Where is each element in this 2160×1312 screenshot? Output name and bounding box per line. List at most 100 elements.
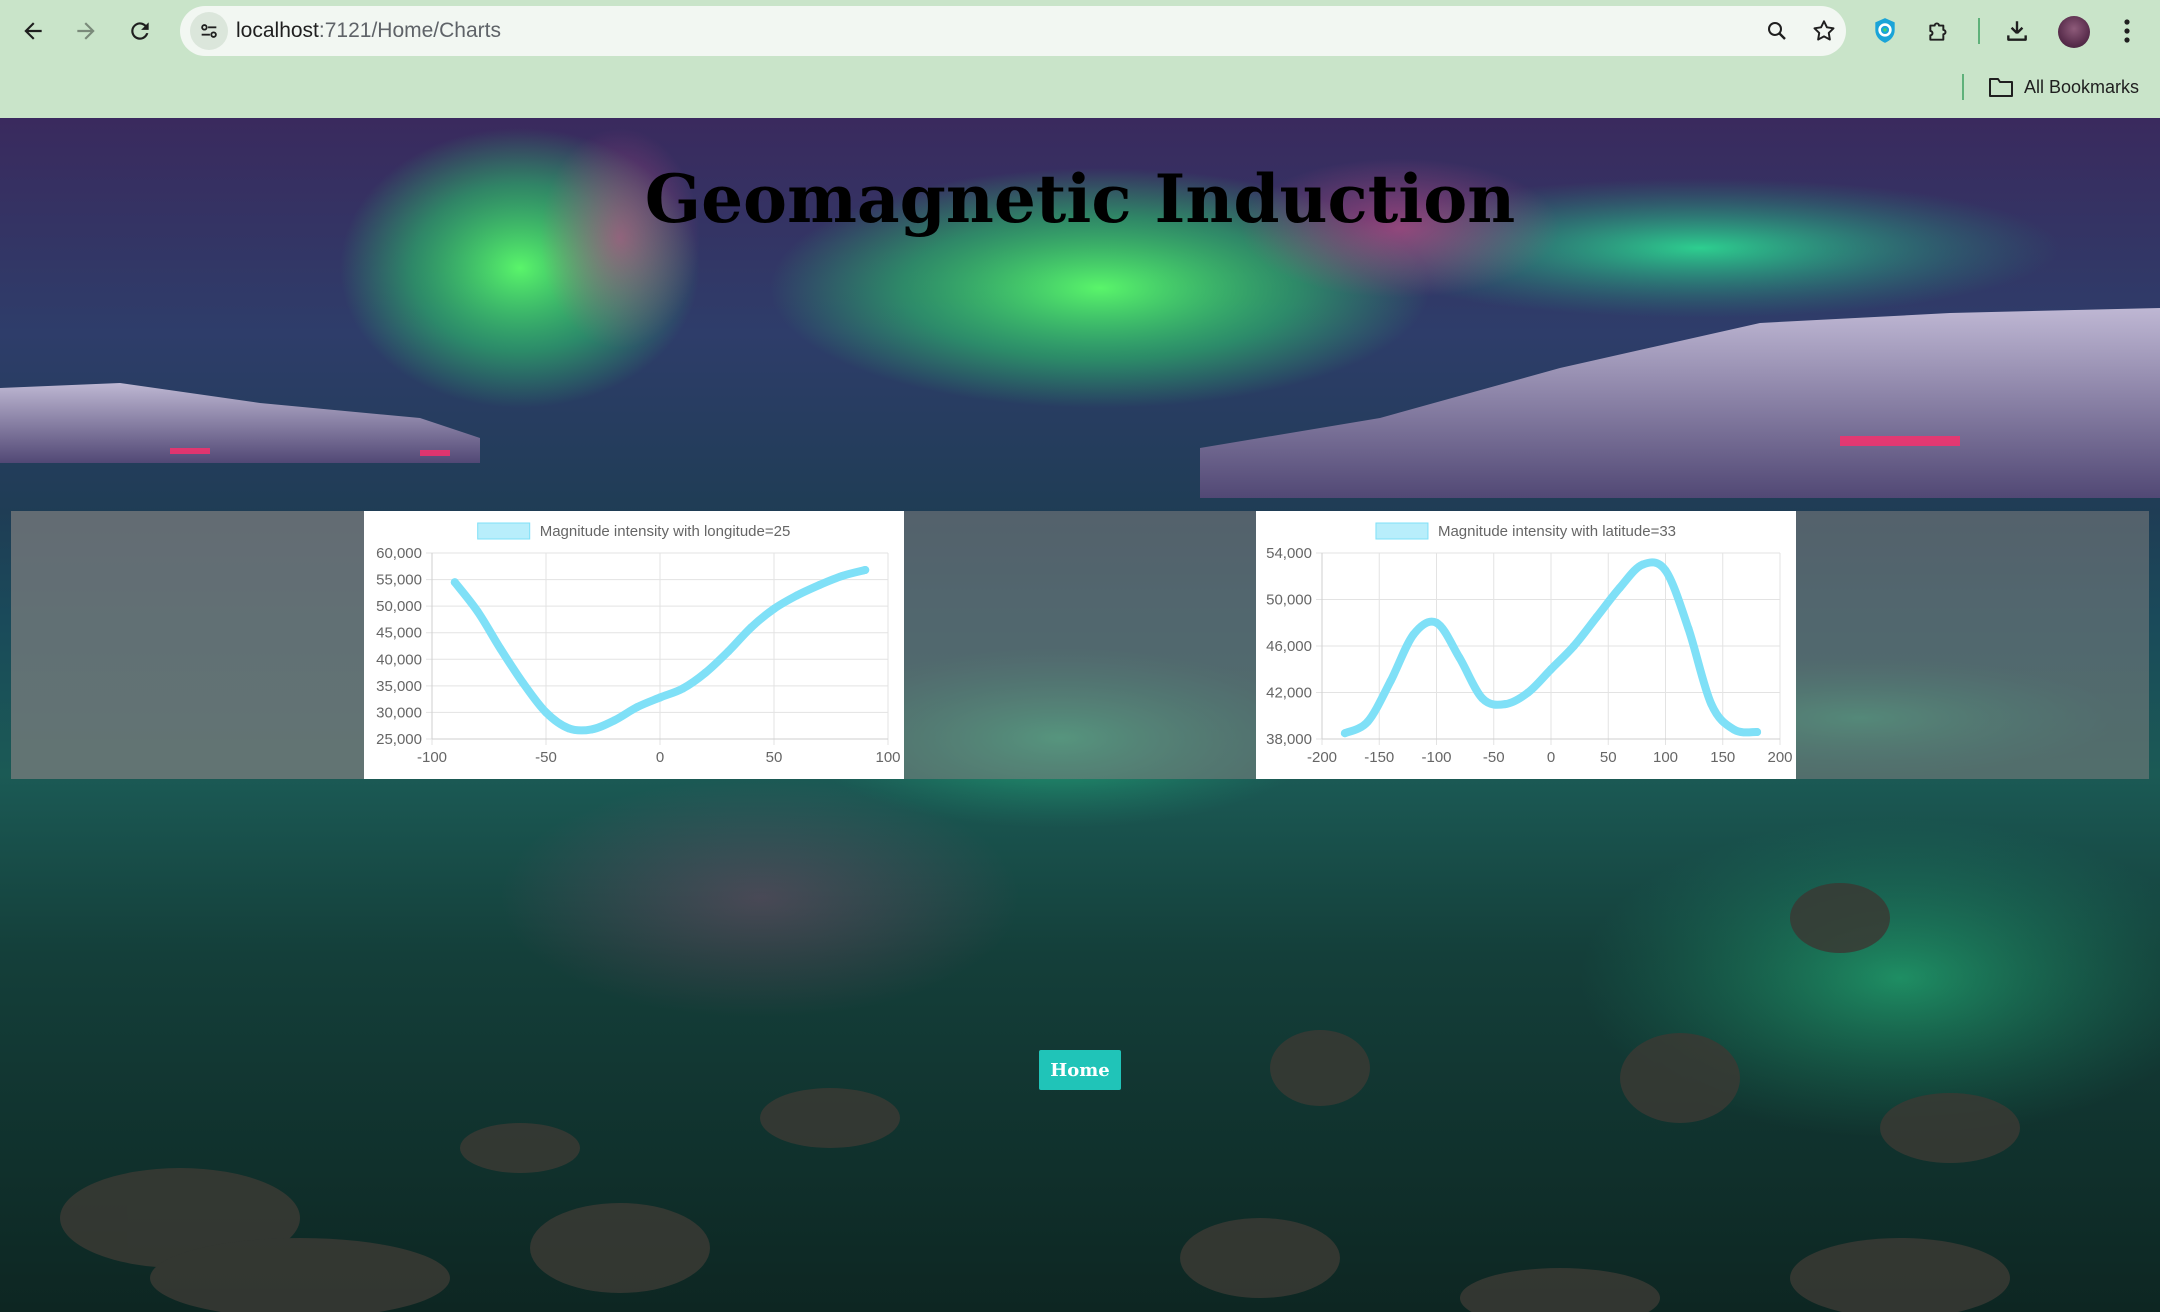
y-tick-label: 42,000 [1266, 685, 1312, 702]
all-bookmarks-button[interactable]: All Bookmarks [1988, 72, 2139, 102]
data-point[interactable] [815, 580, 824, 589]
browser-chrome: localhost:7121/Home/Charts All Bookmarks [0, 0, 2160, 118]
data-point[interactable] [1753, 728, 1762, 737]
x-tick-label: -150 [1364, 749, 1394, 766]
data-point[interactable] [519, 679, 528, 688]
data-point[interactable] [1432, 618, 1441, 627]
forward-button[interactable] [66, 11, 106, 51]
address-bar[interactable]: localhost:7121/Home/Charts [180, 6, 1846, 56]
data-point[interactable] [1592, 612, 1601, 621]
avatar[interactable] [2058, 16, 2090, 48]
download-icon [2007, 21, 2027, 41]
data-point[interactable] [542, 708, 550, 717]
charts-row-left-panel [11, 511, 364, 779]
bookmark-star-button[interactable] [1809, 16, 1839, 46]
data-point[interactable] [1684, 624, 1693, 633]
x-tick-label: -100 [1421, 749, 1451, 766]
kebab-menu-icon [2124, 19, 2130, 43]
chart-latitude: Magnitude intensity with latitude=33 54,0… [1256, 511, 1796, 779]
data-point[interactable] [450, 578, 459, 587]
data-point[interactable] [1569, 642, 1578, 650]
x-tick-label: -200 [1307, 749, 1337, 766]
y-tick-label: 46,000 [1266, 638, 1312, 655]
data-point[interactable] [724, 647, 733, 656]
data-point[interactable] [1363, 717, 1372, 726]
zoom-icon [1768, 22, 1786, 40]
y-tick-label: 54,000 [1266, 545, 1312, 562]
data-point[interactable] [473, 607, 482, 616]
browser-toolbar: localhost:7121/Home/Charts [0, 0, 2160, 62]
data-point[interactable] [633, 703, 642, 712]
downloads-button[interactable] [2000, 14, 2034, 48]
y-tick-label: 50,000 [1266, 592, 1312, 609]
puzzle-icon [1929, 22, 1947, 41]
x-tick-label: 50 [1600, 749, 1617, 766]
y-tick-label: 45,000 [376, 625, 422, 642]
chart-longitude: Magnitude intensity with longitude=25 60,… [364, 511, 904, 779]
star-icon [1813, 20, 1835, 41]
data-point[interactable] [610, 716, 619, 725]
y-tick-label: 40,000 [376, 651, 422, 668]
site-info-button[interactable] [190, 12, 228, 50]
data-point[interactable] [1409, 630, 1418, 639]
menu-button[interactable] [2110, 14, 2144, 48]
data-point[interactable] [678, 684, 687, 693]
extensions-button[interactable] [1922, 14, 1956, 48]
y-tick-label: 55,000 [376, 572, 422, 589]
x-tick-label: 100 [1653, 749, 1678, 766]
x-tick-label: 100 [875, 749, 900, 766]
data-point[interactable] [1707, 700, 1716, 709]
data-point[interactable] [1340, 729, 1349, 738]
legend-label: Magnitude intensity with longitude=25 [540, 523, 791, 540]
url-host: localhost [236, 19, 319, 42]
data-point[interactable] [1730, 725, 1739, 734]
data-point[interactable] [1615, 583, 1624, 592]
all-bookmarks-label: All Bookmarks [2024, 77, 2140, 97]
data-point[interactable] [1661, 566, 1670, 575]
forward-icon [77, 22, 95, 40]
data-point[interactable] [770, 604, 778, 613]
data-point[interactable] [1638, 560, 1647, 569]
url-text: localhost:7121/Home/Charts [236, 6, 501, 56]
zoom-button[interactable] [1762, 16, 1792, 46]
data-point[interactable] [1547, 665, 1555, 674]
reload-button[interactable] [120, 11, 160, 51]
data-point[interactable] [496, 644, 505, 653]
x-tick-label: 200 [1767, 749, 1792, 766]
y-tick-label: 30,000 [376, 704, 422, 721]
x-tick-label: 150 [1710, 749, 1735, 766]
x-tick-label: 0 [1547, 749, 1555, 766]
reload-icon [131, 22, 149, 40]
url-path: :7121/Home/Charts [318, 19, 501, 42]
toolbar-divider [1978, 18, 1980, 44]
site-info-icon [201, 24, 217, 38]
x-tick-label: 0 [656, 749, 664, 766]
data-point[interactable] [1501, 700, 1510, 709]
shield-extension-icon [1875, 18, 1895, 43]
data-point[interactable] [792, 591, 801, 600]
chart-latitude-svg: Magnitude intensity with latitude=33 54,0… [1266, 522, 1793, 766]
data-point[interactable] [861, 566, 870, 575]
back-button[interactable] [13, 11, 53, 51]
home-button[interactable]: Home [1039, 1050, 1121, 1090]
data-point[interactable] [587, 725, 596, 734]
extension-shield-button[interactable] [1868, 14, 1902, 48]
data-point[interactable] [1524, 688, 1533, 697]
data-point[interactable] [1386, 676, 1395, 685]
legend-swatch[interactable] [477, 522, 531, 540]
bookmarks-divider [1962, 74, 1964, 100]
data-point[interactable] [747, 623, 756, 632]
x-tick-label: -50 [535, 749, 557, 766]
chart-longitude-svg: Magnitude intensity with longitude=25 60,… [376, 522, 901, 766]
y-tick-label: 50,000 [376, 598, 422, 615]
y-tick-label: 38,000 [1266, 731, 1312, 748]
data-point[interactable] [701, 668, 710, 677]
data-point[interactable] [1455, 653, 1464, 662]
data-point[interactable] [838, 571, 847, 580]
data-point[interactable] [1478, 694, 1487, 703]
legend-swatch[interactable] [1375, 522, 1429, 540]
data-point[interactable] [656, 693, 664, 702]
legend-label: Magnitude intensity with latitude=33 [1438, 523, 1676, 540]
data-point[interactable] [564, 724, 573, 733]
y-tick-label: 25,000 [376, 731, 422, 748]
